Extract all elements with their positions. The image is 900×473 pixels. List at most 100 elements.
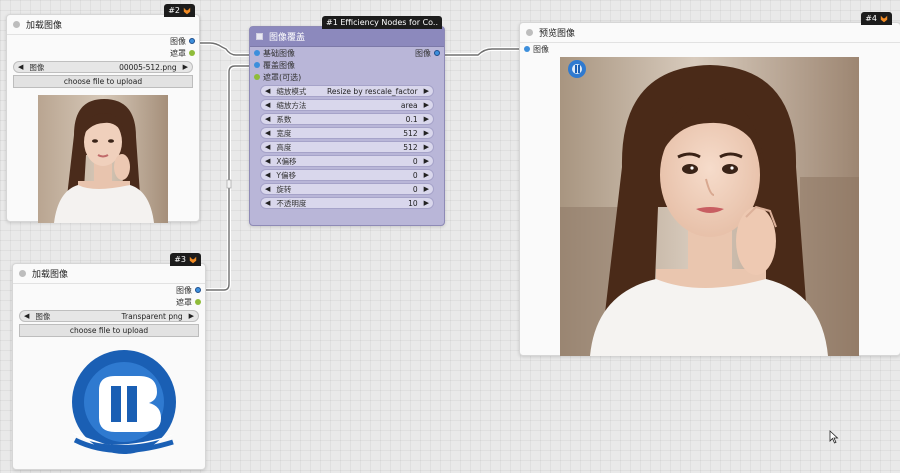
node-title: 预览图像 — [539, 29, 576, 39]
arrow-right-icon[interactable]: ▶ — [424, 199, 429, 207]
widget-label: X偏移 — [276, 156, 297, 166]
node-badge: #2 — [164, 4, 195, 17]
input-mask-optional[interactable]: 遮罩(可选) — [250, 71, 444, 83]
arrow-left-icon[interactable]: ◀ — [265, 143, 270, 151]
upload-button[interactable]: choose file to upload — [19, 324, 199, 337]
widget-value: 0 — [412, 170, 418, 180]
node-title-bar[interactable]: 加载图像 — [13, 264, 205, 284]
output-mask-port-icon[interactable] — [195, 299, 201, 305]
image-preview — [38, 95, 168, 223]
widget-2[interactable]: ◀ 系数 0.1 ▶ — [260, 113, 434, 125]
output-mask[interactable]: 遮罩 — [13, 296, 205, 308]
input-overlay-image[interactable]: 覆盖图像 — [250, 59, 444, 71]
widget-0[interactable]: ◀ 缩放模式 Resize by rescale_factor ▶ — [260, 85, 434, 97]
output-image[interactable]: 图像 — [13, 284, 205, 296]
arrow-right-icon[interactable]: ▶ — [424, 143, 429, 151]
widget-label: 宽度 — [276, 128, 292, 138]
node-title-bar[interactable]: 图像覆盖 — [250, 27, 444, 47]
widget-label: Y偏移 — [276, 170, 296, 180]
arrow-left-icon[interactable]: ◀ — [265, 171, 270, 179]
arrow-right-icon[interactable]: ▶ — [424, 129, 429, 137]
arrow-right-icon[interactable]: ▶ — [424, 87, 429, 95]
arrow-left-icon[interactable]: ◀ — [265, 129, 270, 137]
preview-output-image — [560, 57, 859, 356]
widget-7[interactable]: ◀ 旋转 0 ▶ — [260, 183, 434, 195]
widget-value: 10 — [408, 198, 418, 208]
widget-label: 不透明度 — [276, 198, 307, 208]
logo-preview — [65, 348, 183, 460]
node-title-bar[interactable]: 加载图像 — [7, 15, 199, 35]
widget-label: 缩放方法 — [276, 100, 307, 110]
arrow-left-icon[interactable]: ◀ — [265, 101, 270, 109]
arrow-left-icon[interactable]: ◀ — [265, 87, 270, 95]
widget-label: 高度 — [276, 142, 292, 152]
collapse-dot-icon[interactable] — [526, 29, 533, 36]
load-image-node-3[interactable]: #3 加载图像 图像 遮罩 ◀ 图像 Transparent png ▶ cho… — [12, 253, 206, 470]
widget-6[interactable]: ◀ Y偏移 0 ▶ — [260, 169, 434, 181]
arrow-right-icon[interactable]: ▶ — [424, 157, 429, 165]
widget-value: 512 — [403, 142, 418, 152]
node-badge: #1 Efficiency Nodes for Co.. — [322, 16, 442, 29]
image-overlay-node-1[interactable]: #1 Efficiency Nodes for Co.. 图像覆盖 基础图像 图… — [249, 16, 445, 226]
output-mask[interactable]: 遮罩 — [7, 47, 199, 59]
arrow-left-icon[interactable]: ◀ — [265, 115, 270, 123]
arrow-right-icon[interactable]: ▶ — [424, 115, 429, 123]
arrow-right-icon[interactable]: ▶ — [183, 63, 188, 71]
upload-button[interactable]: choose file to upload — [13, 75, 193, 88]
node-title: 图像覆盖 — [269, 33, 306, 43]
node-badge: #4 — [861, 12, 892, 25]
widget-value: area — [400, 100, 418, 110]
output-image-port-icon[interactable] — [195, 287, 201, 293]
collapse-dot-icon[interactable] — [13, 21, 20, 28]
widget-value: 0 — [412, 184, 418, 194]
arrow-right-icon[interactable]: ▶ — [424, 171, 429, 179]
widget-label: 旋转 — [276, 184, 292, 194]
widget-1[interactable]: ◀ 缩放方法 area ▶ — [260, 99, 434, 111]
arrow-left-icon[interactable]: ◀ — [265, 185, 270, 193]
reroute-dot — [226, 179, 232, 189]
widget-value: 512 — [403, 128, 418, 138]
preview-image-node-4[interactable]: #4 预览图像 图像 — [519, 12, 900, 356]
arrow-left-icon[interactable]: ◀ — [265, 199, 270, 207]
load-image-node-2[interactable]: #2 加载图像 图像 遮罩 ◀ 图像 00005-512.png ▶ choos… — [6, 4, 200, 223]
arrow-right-icon[interactable]: ▶ — [189, 312, 194, 320]
widget-4[interactable]: ◀ 高度 512 ▶ — [260, 141, 434, 153]
image-select[interactable]: ◀ 图像 Transparent png ▶ — [19, 310, 199, 322]
fox-icon — [189, 256, 197, 263]
input-base-image[interactable]: 基础图像 — [250, 47, 295, 59]
widget-8[interactable]: ◀ 不透明度 10 ▶ — [260, 197, 434, 209]
output-image-port-icon[interactable] — [189, 38, 195, 44]
widget-value: 0.1 — [405, 114, 418, 124]
widget-value: Resize by rescale_factor — [327, 86, 418, 96]
widget-list: ◀ 缩放模式 Resize by rescale_factor ▶ ◀ 缩放方法 area ▶… — [250, 85, 444, 209]
output-image-port-icon[interactable] — [434, 50, 440, 56]
io-row: 基础图像 图像 — [250, 47, 444, 59]
fox-icon — [183, 7, 191, 14]
widget-label: 系数 — [276, 114, 292, 124]
input-port-icon[interactable] — [254, 62, 260, 68]
input-port-icon[interactable] — [524, 46, 530, 52]
input-port-icon[interactable] — [254, 74, 260, 80]
widget-3[interactable]: ◀ 宽度 512 ▶ — [260, 127, 434, 139]
widget-5[interactable]: ◀ X偏移 0 ▶ — [260, 155, 434, 167]
output-image[interactable]: 图像 — [7, 35, 199, 47]
arrow-right-icon[interactable]: ▶ — [424, 185, 429, 193]
output-mask-port-icon[interactable] — [189, 50, 195, 56]
arrow-right-icon[interactable]: ▶ — [424, 101, 429, 109]
node-badge: #3 — [170, 253, 201, 266]
output-image[interactable]: 图像 — [415, 47, 444, 59]
collapse-dot-icon[interactable] — [19, 270, 26, 277]
mouse-cursor-icon — [829, 430, 839, 444]
input-port-icon[interactable] — [254, 50, 260, 56]
input-image[interactable]: 图像 — [520, 43, 900, 55]
fox-icon — [880, 15, 888, 22]
image-select[interactable]: ◀ 图像 00005-512.png ▶ — [13, 61, 193, 73]
node-title: 加载图像 — [26, 21, 63, 31]
arrow-left-icon[interactable]: ◀ — [18, 63, 23, 71]
widget-label: 缩放模式 — [276, 86, 307, 96]
node-title-bar[interactable]: 预览图像 — [520, 23, 900, 43]
arrow-left-icon[interactable]: ◀ — [24, 312, 29, 320]
collapse-square-icon[interactable] — [256, 33, 263, 40]
arrow-left-icon[interactable]: ◀ — [265, 157, 270, 165]
widget-value: 0 — [412, 156, 418, 166]
